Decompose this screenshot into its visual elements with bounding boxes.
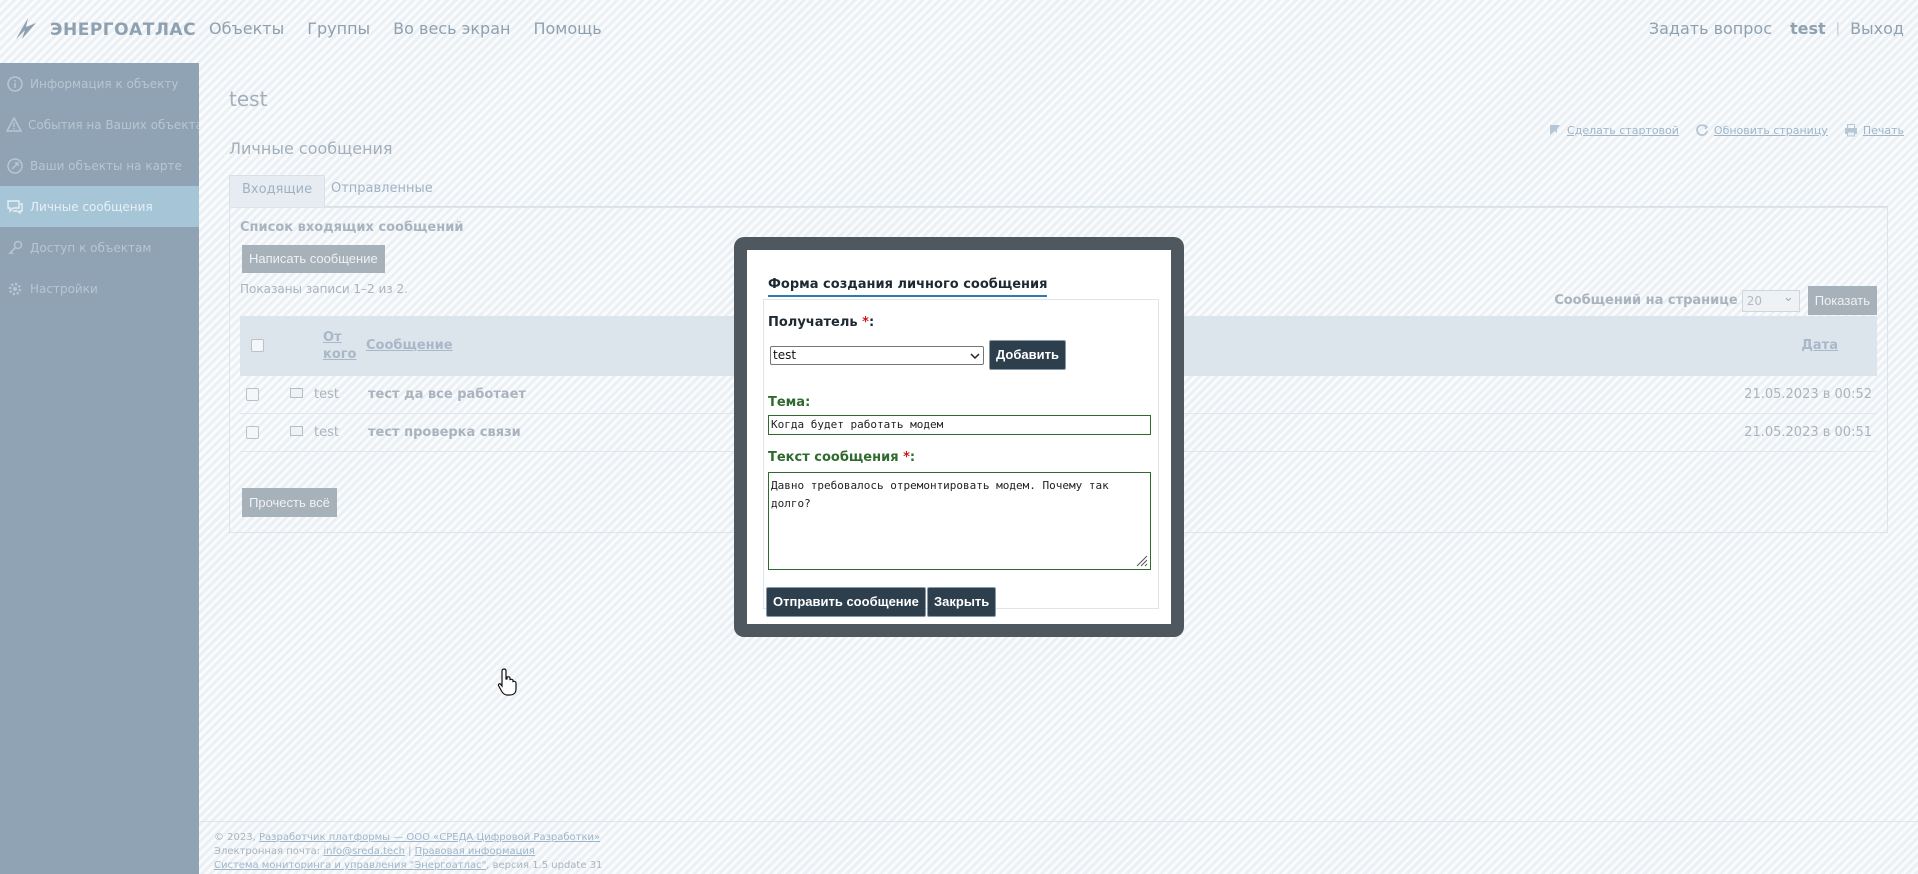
envelope-icon: [290, 426, 303, 436]
send-message-button[interactable]: Отправить сообщение: [766, 587, 926, 617]
sidebar-item-map[interactable]: Ваши объекты на карте: [0, 145, 199, 186]
body-label: Текст сообщения *:: [768, 450, 916, 465]
map-pin-icon: [6, 157, 24, 175]
subject-input[interactable]: Когда будет работать модем: [768, 415, 1151, 435]
recipient-select[interactable]: test: [770, 346, 984, 365]
resize-grip-icon[interactable]: [1134, 553, 1148, 567]
section-title: Личные сообщения: [229, 139, 393, 158]
sidebar-item-label: Доступ к объектам: [30, 240, 152, 255]
system-link[interactable]: Система мониторинга и управления "Энерго…: [214, 860, 486, 871]
quick-link-label: Печать: [1862, 123, 1904, 137]
info-icon: [6, 75, 24, 93]
sidebar: Информация к объекту События на Ваших об…: [0, 63, 199, 874]
footer-line-1: © 2023, Разработчик платформы — ООО «СРЕ…: [214, 832, 601, 843]
sidebar-item-settings[interactable]: Настройки: [0, 268, 199, 309]
tab-sent[interactable]: Отправленные: [319, 175, 445, 207]
close-modal-button[interactable]: Закрыть: [927, 587, 997, 617]
gear-icon: [6, 280, 24, 298]
developer-link[interactable]: Разработчик платформы — ООО «СРЕДА Цифро…: [259, 832, 600, 843]
page-title: test: [229, 87, 268, 111]
nav-objects[interactable]: Объекты: [209, 19, 284, 38]
logout-link[interactable]: Выход: [1850, 19, 1904, 38]
modal-content: Форма создания личного сообщения Получат…: [747, 250, 1171, 624]
print-link[interactable]: Печать: [1844, 123, 1904, 137]
column-date[interactable]: Дата: [1801, 338, 1838, 353]
message-body-textarea[interactable]: Давно требовалось отремонтировать модем.…: [768, 472, 1151, 570]
column-from[interactable]: От кого: [323, 329, 356, 363]
message-tabs: Входящие Отправленные: [229, 175, 1888, 207]
top-bar: ЭНЕРГОАТЛАС Объекты Группы Во весь экран…: [0, 0, 1918, 62]
sidebar-item-messages[interactable]: Личные сообщения: [0, 186, 199, 227]
row-message[interactable]: тест да все работает: [368, 387, 526, 402]
sidebar-item-label: События на Ваших объектах: [28, 117, 199, 132]
user-menu: Задать вопрос test | Выход: [1649, 19, 1904, 38]
per-page-select[interactable]: 20: [1741, 288, 1800, 312]
make-start-page-link[interactable]: Сделать стартовой: [1548, 123, 1679, 137]
footer: © 2023, Разработчик платформы — ООО «СРЕ…: [199, 821, 1918, 874]
records-shown: Показаны записи 1–2 из 2.: [240, 282, 408, 296]
brand-name: ЭНЕРГОАТЛАС: [50, 20, 197, 40]
show-button[interactable]: Показать: [1807, 286, 1877, 315]
footer-line-3: Система мониторинга и управления "Энерго…: [214, 860, 603, 871]
write-message-button[interactable]: Написать сообщение: [242, 245, 385, 273]
inbox-title: Список входящих сообщений: [240, 220, 464, 235]
email-link[interactable]: info@sreda.tech: [323, 846, 405, 857]
nav-fullscreen[interactable]: Во весь экран: [393, 19, 510, 38]
add-recipient-button[interactable]: Добавить: [989, 340, 1066, 370]
row-from: test: [314, 387, 339, 402]
message-form: Получатель *: test Добавить Тема: Когда …: [763, 299, 1159, 617]
warning-icon: [6, 116, 22, 134]
top-nav: Объекты Группы Во весь экран Помощь: [209, 19, 602, 38]
per-page-control: Сообщений на странице 20 Показать: [1554, 286, 1877, 315]
sidebar-item-label: Настройки: [30, 281, 98, 296]
quick-link-label: Сделать стартовой: [1567, 123, 1679, 137]
hand-cursor-icon: [497, 667, 519, 697]
pin-icon: [1548, 123, 1562, 137]
key-icon: [6, 239, 24, 257]
envelope-icon: [290, 388, 303, 398]
nav-help[interactable]: Помощь: [533, 19, 601, 38]
tab-inbox[interactable]: Входящие: [229, 175, 326, 207]
chat-icon: [6, 198, 24, 216]
refresh-page-link[interactable]: Обновить страницу: [1695, 123, 1828, 137]
refresh-icon: [1695, 123, 1709, 137]
quick-link-label: Обновить страницу: [1713, 123, 1828, 137]
row-from: test: [314, 425, 339, 440]
nav-groups[interactable]: Группы: [307, 19, 370, 38]
chevron-down-icon: [970, 349, 980, 360]
sidebar-item-label: Информация к объекту: [30, 76, 179, 91]
modal-tab-title[interactable]: Форма создания личного сообщения: [768, 277, 1048, 297]
row-message[interactable]: тест проверка связи: [368, 425, 521, 440]
sidebar-item-label: Ваши объекты на карте: [30, 158, 182, 173]
footer-line-2: Электронная почта: info@sreda.tech | Пра…: [214, 846, 535, 857]
printer-icon: [1844, 123, 1858, 137]
row-date: 21.05.2023 в 00:51: [1744, 425, 1872, 440]
legal-link[interactable]: Правовая информация: [415, 846, 535, 857]
recipient-label: Получатель *:: [768, 315, 875, 330]
row-checkbox[interactable]: [246, 426, 259, 439]
select-all-checkbox[interactable]: [251, 339, 264, 352]
read-all-button[interactable]: Прочесть всё: [242, 488, 337, 517]
separator: |: [1835, 21, 1841, 36]
ask-question-link[interactable]: Задать вопрос: [1649, 19, 1772, 38]
lightning-logo-icon: [14, 15, 42, 45]
sidebar-item-events[interactable]: События на Ваших объектах: [0, 104, 199, 145]
sidebar-item-label: Личные сообщения: [30, 199, 153, 214]
row-date: 21.05.2023 в 00:52: [1744, 387, 1872, 402]
column-message[interactable]: Сообщение: [366, 338, 453, 353]
username[interactable]: test: [1790, 19, 1826, 38]
subject-label: Тема:: [768, 395, 811, 410]
sidebar-item-object-info[interactable]: Информация к объекту: [0, 63, 199, 104]
row-checkbox[interactable]: [246, 388, 259, 401]
message-modal: Форма создания личного сообщения Получат…: [734, 237, 1184, 637]
quick-links: Сделать стартовой Обновить страницу Печа…: [1548, 123, 1904, 137]
sidebar-item-access[interactable]: Доступ к объектам: [0, 227, 199, 268]
per-page-label: Сообщений на странице: [1554, 293, 1738, 308]
logo[interactable]: ЭНЕРГОАТЛАС: [14, 17, 196, 43]
